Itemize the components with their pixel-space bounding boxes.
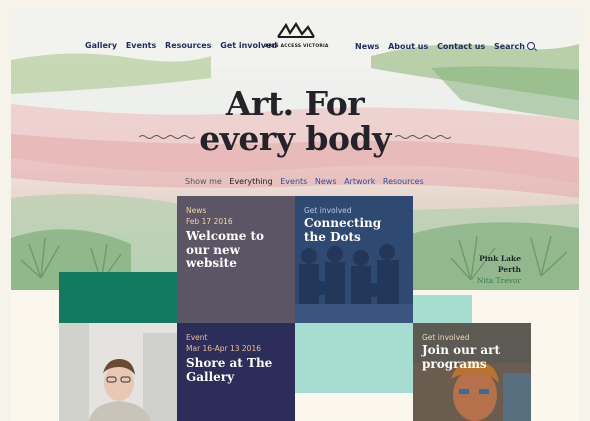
connecting-dots-tile[interactable]: Get involved Connecting the Dots xyxy=(295,196,413,323)
tile-date: Mar 16-Apr 13 2016 xyxy=(186,344,261,353)
artwork-caption: Pink Lake Perth Nita Trevor xyxy=(455,253,521,286)
nav-events-link[interactable]: Events xyxy=(126,41,156,50)
site-logo[interactable]: ARTS ACCESS VICTORIA xyxy=(265,21,329,49)
primary-nav: Gallery Events Resources Get involved xyxy=(85,41,283,50)
tile-title: Connecting the Dots xyxy=(304,216,382,244)
nav-about-link[interactable]: About us xyxy=(388,42,428,51)
right-squiggle-divider xyxy=(395,135,451,139)
tile-category: Get involved xyxy=(422,333,470,342)
tile-title: Shore at The Gallery xyxy=(186,356,273,384)
secondary-nav: News About us Contact us Search xyxy=(355,41,541,51)
event-tile[interactable]: Event Mar 16-Apr 13 2016 Shore at The Ga… xyxy=(177,323,295,421)
person-photo-tile[interactable] xyxy=(59,323,177,421)
tile-category: Event xyxy=(186,333,208,342)
green-accent-block xyxy=(59,272,177,323)
mint-accent-block-small xyxy=(413,295,472,323)
nav-contact-link[interactable]: Contact us xyxy=(437,42,485,51)
filter-label: Show me xyxy=(185,177,222,186)
content-filter-bar: Show me Everything Events News Artwork R… xyxy=(185,177,429,186)
tile-title: Welcome to our new website xyxy=(186,229,265,270)
hero-headline: Art. For every body xyxy=(161,86,429,156)
nav-search-label: Search xyxy=(493,42,525,51)
news-tile[interactable]: News Feb 17 2016 Welcome to our new webs… xyxy=(177,196,295,323)
tile-date: Feb 17 2016 xyxy=(186,217,233,226)
filter-everything[interactable]: Everything xyxy=(229,177,272,186)
page: Gallery Events Resources Get involved AR… xyxy=(11,8,579,421)
tile-title: Join our art programs xyxy=(422,343,501,371)
filter-artwork[interactable]: Artwork xyxy=(344,177,375,186)
artwork-title: Pink Lake Perth xyxy=(479,254,521,274)
nav-resources-link[interactable]: Resources xyxy=(165,41,211,50)
mountain-logo-icon xyxy=(277,21,315,38)
tile-category: News xyxy=(186,206,207,215)
nav-gallery-link[interactable]: Gallery xyxy=(85,41,117,50)
search-icon xyxy=(526,42,535,50)
filter-news[interactable]: News xyxy=(315,177,337,186)
tile-category: Get involved xyxy=(304,206,352,215)
nav-news-link[interactable]: News xyxy=(355,42,379,51)
person-photo-image xyxy=(59,323,177,421)
nav-search-link[interactable]: Search xyxy=(494,42,535,51)
filter-resources[interactable]: Resources xyxy=(383,177,424,186)
headline-line-2: every body xyxy=(199,119,391,158)
logo-wordmark: ARTS ACCESS VICTORIA xyxy=(265,44,329,49)
filter-events[interactable]: Events xyxy=(280,177,307,186)
artwork-artist-link[interactable]: Nita Trevor xyxy=(455,275,521,286)
headline-line-1: Art. For xyxy=(225,84,365,123)
join-art-programs-tile[interactable]: Get involved Join our art programs xyxy=(413,323,531,421)
left-squiggle-divider xyxy=(139,135,195,139)
mint-accent-block xyxy=(295,323,413,393)
